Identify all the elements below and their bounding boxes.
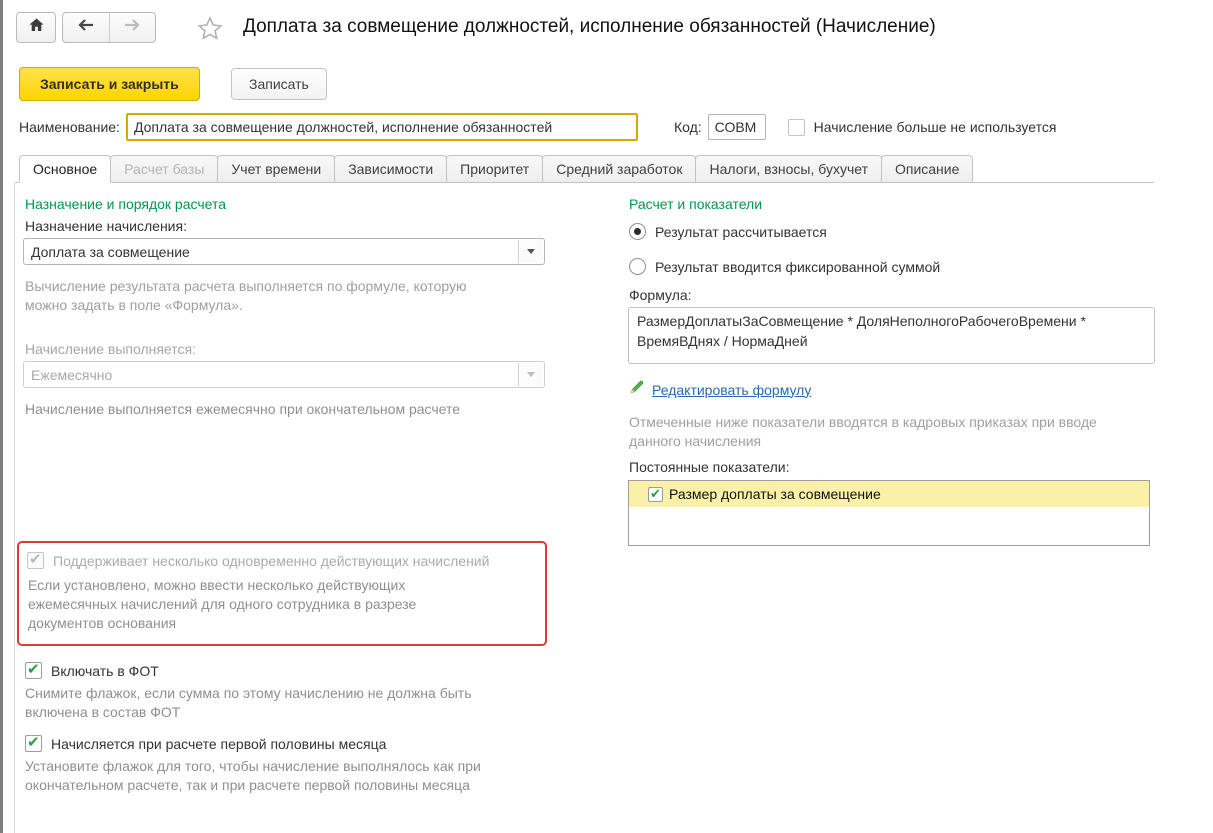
purpose-combobox-value: Доплата за совмещение (31, 243, 190, 260)
tab-zavisimosti[interactable]: Зависимости (334, 155, 448, 183)
titlebar: Доплата за совмещение должностей, исполн… (3, 0, 1213, 56)
half-month-row: Начисляется при расчете первой половины … (25, 733, 551, 752)
right-column: Расчет и показатели Результат рассчитыва… (628, 196, 1155, 546)
tab-prioritet[interactable]: Приоритет (446, 155, 544, 183)
indicator-label: Размер доплаты за совмещение (669, 486, 881, 502)
page-title: Доплата за совмещение должностей, исполн… (243, 16, 936, 37)
history-nav (62, 12, 156, 43)
multi-accrual-checkbox (27, 550, 44, 569)
save-and-close-button[interactable]: Записать и закрыть (19, 67, 200, 101)
tabbar: Основное Расчет базы Учет времени Зависи… (19, 155, 974, 183)
name-row: Наименование: Код: Начисление больше не … (19, 112, 1056, 142)
formula-textarea[interactable]: РазмерДоплатыЗаСовмещение * ДоляНеполног… (628, 307, 1155, 364)
tab-osnovnoe[interactable]: Основное (19, 155, 112, 183)
save-button[interactable]: Записать (231, 68, 327, 100)
radio-fixed[interactable] (629, 258, 646, 275)
purpose-hint: Вычисление результата расчета выполняетс… (25, 278, 467, 313)
section-title-calculation: Расчет и показатели (629, 196, 763, 212)
panel-left-border (14, 183, 15, 833)
code-label: Код: (673, 119, 702, 135)
half-month-hint: Установите флажок для того, чтобы начисл… (25, 758, 481, 793)
fot-checkbox[interactable] (25, 660, 42, 679)
indicators-hint: Отмеченные ниже показатели вводятся в ка… (629, 414, 1097, 449)
radio-fixed-row: Результат вводится фиксированной суммой (629, 258, 1155, 275)
left-column: Назначение и порядок расчета Назначение … (17, 196, 551, 795)
back-button[interactable] (63, 13, 109, 42)
indicators-label: Постоянные показатели: (629, 459, 790, 475)
home-icon (28, 17, 45, 38)
form-window: Доплата за совмещение должностей, исполн… (0, 0, 1213, 833)
fot-label: Включать в ФОТ (51, 662, 159, 679)
attention-red-frame: Поддерживает несколько одновременно дейс… (17, 541, 547, 646)
constant-indicators-list: Размер доплаты за совмещение (628, 480, 1150, 546)
schedule-hint: Начисление выполняется ежемесячно при ок… (25, 401, 461, 417)
back-arrow-icon (77, 18, 95, 37)
pencil-icon (629, 379, 645, 400)
multi-accrual-hint: Если установлено, можно ввести несколько… (28, 577, 417, 631)
favorite-star-icon[interactable] (195, 15, 225, 43)
edit-formula-row: Редактировать формулу (629, 379, 1155, 400)
radio-calculated-row: Результат рассчитывается (629, 223, 1155, 240)
code-input[interactable] (707, 114, 766, 140)
tab-opisanie[interactable]: Описание (880, 155, 974, 183)
tab-raschet-bazy[interactable]: Расчет базы (110, 155, 219, 183)
purpose-field-label: Назначение начисления: (25, 218, 187, 234)
tab-uchet-vremeni[interactable]: Учет времени (217, 155, 336, 183)
home-button[interactable] (16, 12, 56, 43)
chevron-down-icon[interactable] (518, 240, 543, 263)
half-month-label: Начисляется при расчете первой половины … (51, 735, 387, 752)
fot-hint: Снимите флажок, если сумма по этому начи… (25, 685, 472, 720)
forward-button[interactable] (108, 13, 156, 42)
indicator-checkbox[interactable] (648, 486, 663, 502)
not-used-checkbox[interactable] (787, 118, 805, 136)
radio-fixed-label: Результат вводится фиксированной суммой (655, 258, 941, 275)
half-month-checkbox[interactable] (25, 733, 42, 752)
chevron-down-icon (518, 363, 543, 386)
fot-row: Включать в ФОТ (25, 660, 551, 679)
schedule-combobox: Ежемесячно (23, 361, 545, 388)
schedule-field-label: Начисление выполняется: (25, 341, 196, 357)
schedule-combobox-value: Ежемесячно (31, 366, 113, 383)
forward-arrow-icon (123, 18, 141, 37)
multi-accrual-label: Поддерживает несколько одновременно дейс… (53, 552, 490, 569)
name-label: Наименование: (19, 119, 120, 135)
edit-formula-link[interactable]: Редактировать формулу (652, 382, 811, 398)
list-item[interactable]: Размер доплаты за совмещение (629, 481, 1149, 507)
radio-calculated[interactable] (629, 223, 646, 240)
formula-field-label: Формула: (629, 287, 692, 303)
not-used-label: Начисление больше не используется (813, 119, 1057, 135)
name-input[interactable] (125, 113, 638, 141)
section-title-purpose: Назначение и порядок расчета (25, 196, 227, 212)
purpose-combobox[interactable]: Доплата за совмещение (23, 238, 545, 265)
multi-accrual-row: Поддерживает несколько одновременно дейс… (27, 550, 537, 569)
tab-nalogi-vznosy[interactable]: Налоги, взносы, бухучет (695, 155, 882, 183)
tab-sredniy-zarabotok[interactable]: Средний заработок (542, 155, 697, 183)
radio-calculated-label: Результат рассчитывается (655, 223, 827, 240)
